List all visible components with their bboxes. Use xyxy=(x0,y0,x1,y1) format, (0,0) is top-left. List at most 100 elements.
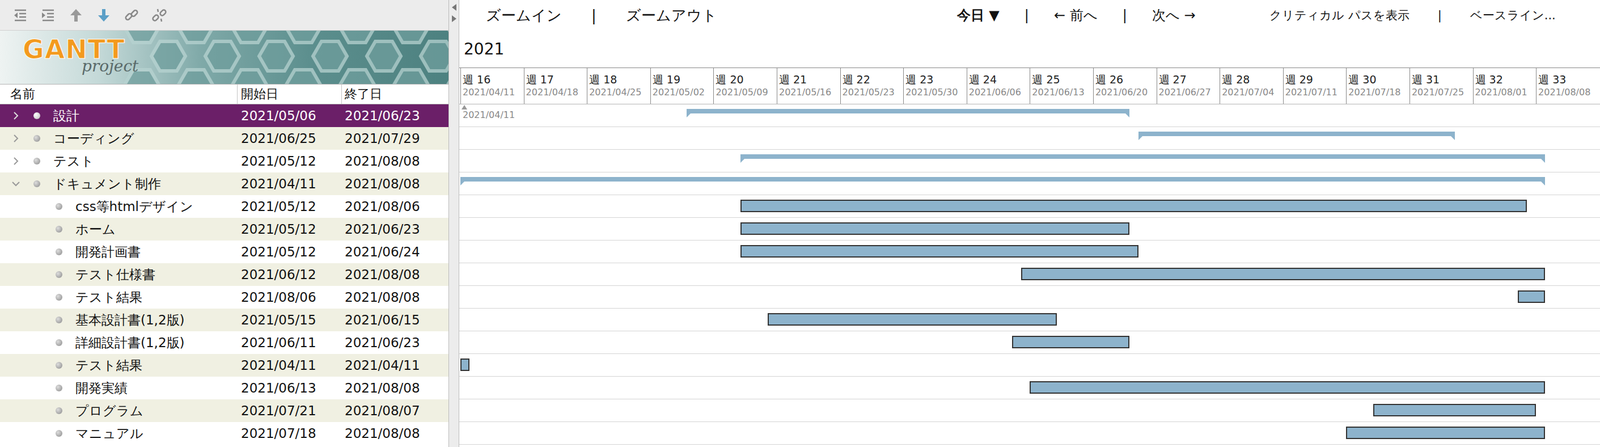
collapse-left-icon[interactable] xyxy=(450,3,458,12)
task-row[interactable]: css等htmlデザイン2021/05/122021/08/06 xyxy=(0,195,449,218)
task-row[interactable]: テスト仕様書 2021/06/122021/08/08 xyxy=(0,263,449,286)
start-date: 2021/05/12 xyxy=(237,221,342,237)
start-marker-icon xyxy=(461,104,468,110)
task-bar[interactable] xyxy=(740,222,1130,235)
task-name: 開発計画書 xyxy=(75,243,141,261)
task-tree-panel: GANTTproject 名前開始日終了日 設計2021/05/062021/0… xyxy=(0,0,450,447)
chevron-right-icon[interactable] xyxy=(10,155,22,167)
week-cell: 週 192021/05/02 xyxy=(650,68,714,104)
task-name: コーディング xyxy=(53,129,135,148)
panel-splitter[interactable] xyxy=(449,0,460,447)
summary-bar[interactable] xyxy=(1138,131,1455,137)
column-header[interactable]: 終了日 xyxy=(341,84,449,104)
toolbar-button[interactable]: クリティカル パスを表示 xyxy=(1269,7,1410,24)
column-header[interactable]: 名前 xyxy=(0,84,238,104)
start-date: 2021/06/12 xyxy=(237,267,342,282)
task-bar[interactable] xyxy=(740,244,1139,258)
chart-row xyxy=(459,353,1600,377)
chart-row xyxy=(459,195,1600,218)
chart-row xyxy=(459,308,1600,332)
summary-bar[interactable] xyxy=(740,154,1546,159)
week-cell: 週 242021/06/06 xyxy=(966,68,1031,104)
week-date: 2021/06/27 xyxy=(1158,86,1221,99)
separator: | xyxy=(1122,7,1128,24)
name-cell: ドキュメント制作 xyxy=(0,175,238,193)
task-bar[interactable] xyxy=(1373,403,1536,417)
week-label: 週 16 xyxy=(462,72,524,87)
task-bar[interactable] xyxy=(1029,381,1546,394)
chevron-right-icon[interactable] xyxy=(10,109,22,122)
task-row[interactable]: テスト結果2021/04/112021/04/11 xyxy=(0,353,449,377)
name-cell: 基本設計書(1,2版) xyxy=(0,311,238,329)
week-label: 週 30 xyxy=(1348,72,1410,87)
move-up-icon[interactable] xyxy=(68,7,84,24)
week-cell: 週 202021/05/09 xyxy=(713,68,777,104)
week-cell: 週 212021/05/16 xyxy=(776,68,841,104)
task-bar[interactable] xyxy=(767,312,1057,326)
task-bar[interactable] xyxy=(460,358,470,371)
separator: | xyxy=(1024,7,1030,24)
task-bar[interactable] xyxy=(1012,335,1130,349)
year-label: 2021 xyxy=(463,39,505,59)
task-bar[interactable] xyxy=(1021,267,1546,281)
task-row[interactable]: テスト結果2021/08/062021/08/08 xyxy=(0,285,449,309)
outdent-icon[interactable] xyxy=(12,7,29,24)
end-date: 2021/08/08 xyxy=(341,425,449,441)
task-row[interactable]: ホーム2021/05/122021/06/23 xyxy=(0,217,449,241)
toolbar-group: 今日 ▼ | ← 前へ | 次へ → xyxy=(957,6,1270,25)
chevron-down-icon[interactable] xyxy=(10,178,22,190)
end-date: 2021/08/07 xyxy=(341,403,449,418)
week-label: 週 24 xyxy=(968,72,1031,87)
task-row[interactable]: テスト2021/05/122021/08/08 xyxy=(0,149,449,173)
column-header[interactable]: 開始日 xyxy=(237,84,342,104)
name-cell: コーディング xyxy=(0,129,238,148)
week-cell: 週 182021/04/25 xyxy=(586,68,651,104)
task-dot-icon xyxy=(55,225,63,233)
toolbar-button[interactable]: ← 前へ xyxy=(1054,6,1098,25)
week-date: 2021/04/18 xyxy=(526,86,588,99)
unlink-icon[interactable] xyxy=(151,7,168,24)
start-date: 2021/05/12 xyxy=(237,153,342,169)
task-table: 設計2021/05/062021/06/23コーディング2021/06/2520… xyxy=(0,104,449,445)
end-date: 2021/08/08 xyxy=(341,176,449,192)
toolbar-button[interactable]: ズームアウト xyxy=(625,5,718,26)
task-row[interactable]: プログラム2021/07/212021/08/07 xyxy=(0,399,449,422)
task-dot-icon xyxy=(33,157,41,165)
summary-bar[interactable] xyxy=(460,176,1546,182)
week-date: 2021/05/23 xyxy=(842,86,904,99)
task-row[interactable]: 詳細設計書(1,2版)2021/06/112021/06/23 xyxy=(0,331,449,354)
toolbar-button[interactable]: ズームイン xyxy=(485,5,562,26)
toolbar-button[interactable]: ベースライン... xyxy=(1470,7,1556,24)
expand-right-icon[interactable] xyxy=(450,14,458,23)
summary-bar[interactable] xyxy=(686,108,1130,114)
task-row[interactable]: コーディング2021/06/252021/07/29 xyxy=(0,127,449,150)
task-row[interactable]: ドキュメント制作2021/04/112021/08/08 xyxy=(0,172,449,196)
task-bar[interactable] xyxy=(740,199,1527,213)
week-date: 2021/05/09 xyxy=(715,86,777,99)
indent-icon[interactable] xyxy=(40,7,57,24)
task-row[interactable]: 基本設計書(1,2版)2021/05/152021/06/15 xyxy=(0,308,449,332)
name-cell: テスト仕様書 xyxy=(0,265,238,284)
end-date: 2021/08/08 xyxy=(341,267,449,282)
task-bar[interactable] xyxy=(1517,290,1546,303)
toolbar-button[interactable]: 次へ → xyxy=(1152,6,1196,25)
name-cell: 詳細設計書(1,2版) xyxy=(0,333,238,352)
link-icon[interactable] xyxy=(123,7,140,24)
chevron-right-icon[interactable] xyxy=(10,132,22,145)
week-cell: 週 222021/05/23 xyxy=(840,68,904,104)
task-dot-icon xyxy=(55,202,63,210)
task-name: テスト xyxy=(53,152,95,171)
toolbar-button[interactable]: 今日 ▼ xyxy=(957,6,1000,25)
task-row[interactable]: 設計2021/05/062021/06/23 xyxy=(0,104,449,128)
chart-row xyxy=(459,127,1600,150)
week-label: 週 25 xyxy=(1031,72,1094,87)
task-row[interactable]: マニュアル2021/07/182021/08/08 xyxy=(0,421,449,445)
task-name: テスト仕様書 xyxy=(75,265,156,284)
start-date: 2021/06/13 xyxy=(237,380,342,396)
week-label: 週 20 xyxy=(715,72,777,87)
task-row[interactable]: 開発実績2021/06/132021/08/08 xyxy=(0,376,449,400)
move-down-icon[interactable] xyxy=(95,7,112,24)
task-bar[interactable] xyxy=(1345,426,1546,439)
task-dot-icon xyxy=(55,316,63,324)
task-row[interactable]: 開発計画書2021/05/122021/06/24 xyxy=(0,240,449,264)
